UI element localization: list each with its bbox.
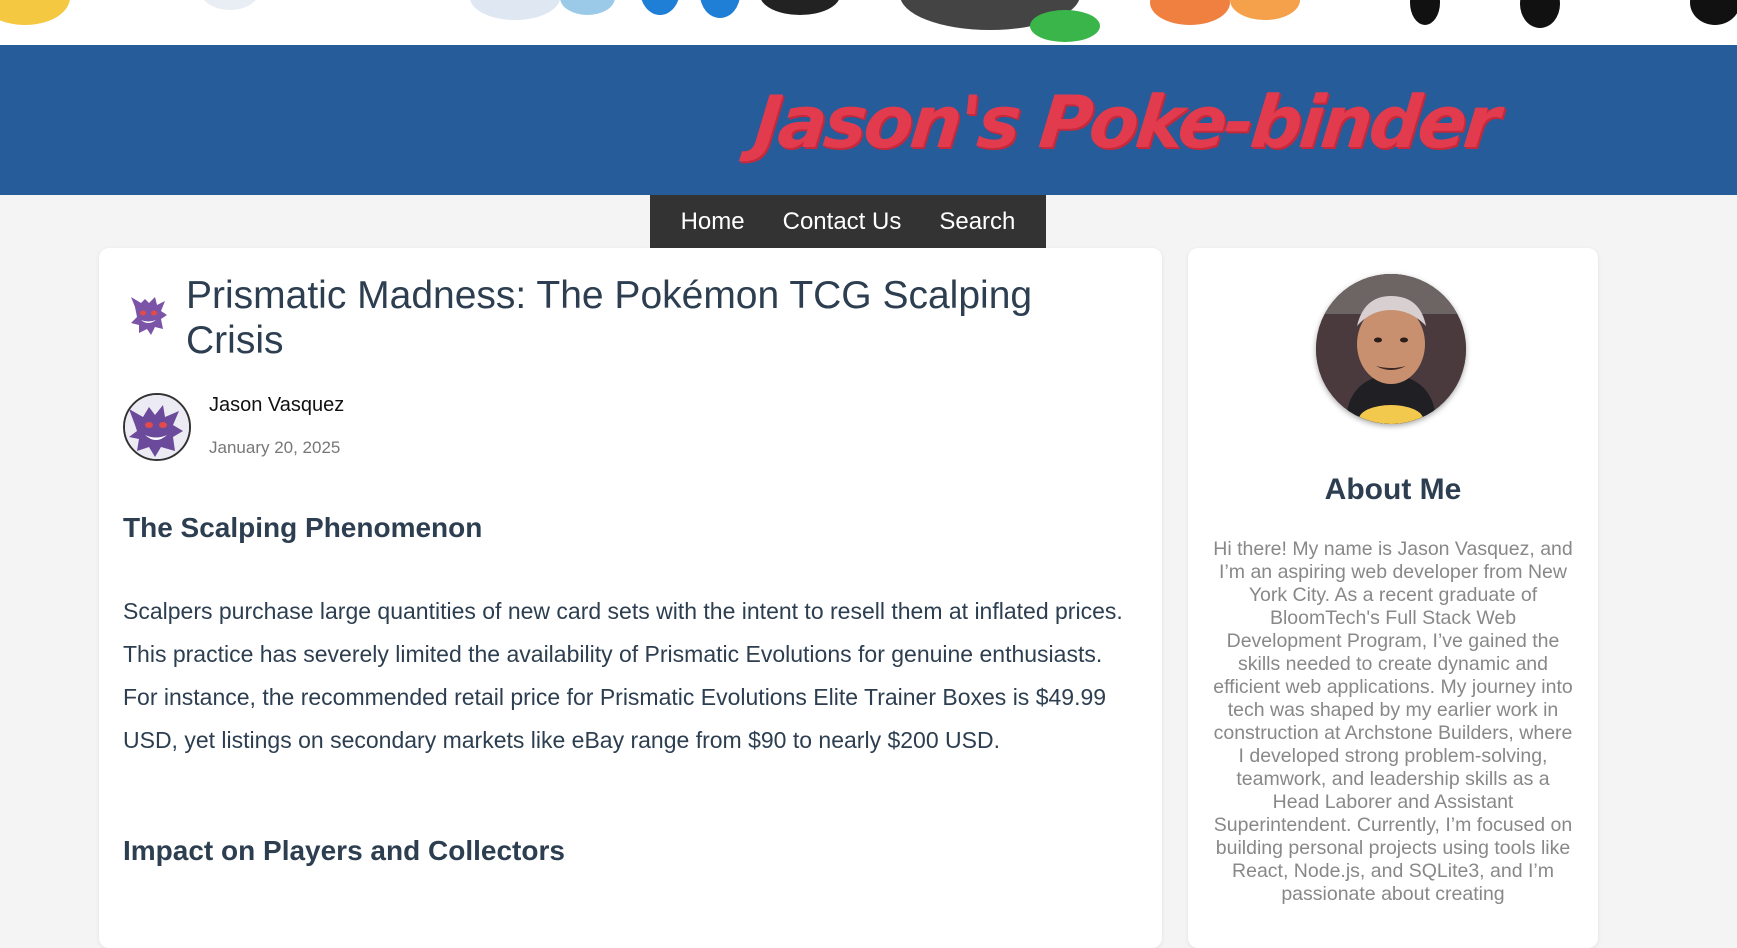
profile-photo — [1316, 274, 1466, 424]
main-nav: Home Contact Us Search — [650, 195, 1046, 248]
post-title: Prismatic Madness: The Pokémon TCG Scalp… — [186, 274, 1033, 362]
about-heading: About Me — [1324, 473, 1462, 506]
about-me-card: About Me Hi there! My name is Jason Vasq… — [1188, 248, 1598, 948]
post-card: Prismatic Madness: The Pokémon TCG Scalp… — [99, 248, 1162, 948]
section-heading: The Scalping Phenomenon — [123, 512, 483, 543]
nav-home-link[interactable]: Home — [681, 208, 745, 236]
post-date: January 20, 2025 — [209, 438, 341, 457]
pokemon-banner-image — [0, 0, 1737, 45]
section-heading: Impact on Players and Collectors — [123, 835, 565, 866]
author-name: Jason Vasquez — [209, 394, 345, 416]
nav-search-link[interactable]: Search — [939, 208, 1015, 236]
author-avatar — [123, 393, 191, 461]
gengar-icon — [129, 293, 169, 337]
about-bio: Hi there! My name is Jason Vasquez, and … — [1213, 538, 1573, 905]
section-paragraph: Scalpers purchase large quantities of ne… — [123, 598, 1123, 753]
nav-contact-link[interactable]: Contact Us — [783, 208, 902, 236]
site-title: Jason's Poke-binder — [750, 80, 1501, 164]
